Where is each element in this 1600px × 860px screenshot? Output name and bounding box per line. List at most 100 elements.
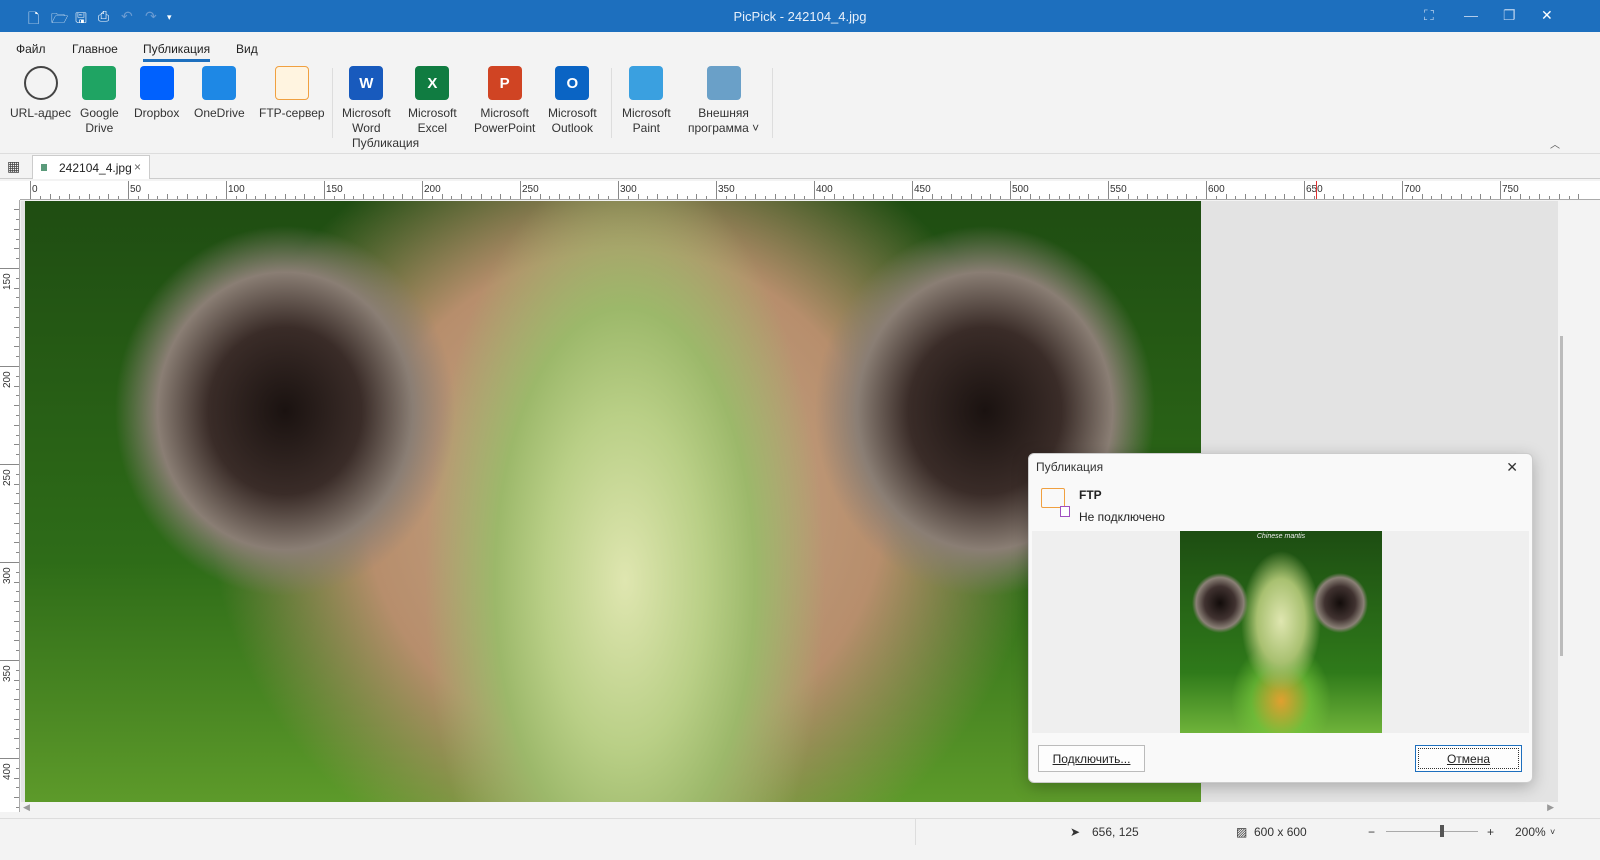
ruler-tick [412,196,414,199]
ribbon-label: URL-адрес [10,106,72,120]
ruler-tick [451,196,453,199]
ruler-tick [970,194,972,199]
outlook-icon: O [555,66,590,100]
ruler-tick [480,194,482,199]
ruler-tick [16,238,19,240]
ruler-tick [1402,181,1403,199]
ruler-tick [804,196,806,199]
ruler-tick [275,196,276,199]
maximize-button[interactable]: ❐ [1503,7,1516,24]
ruler-tick [14,777,19,779]
zoom-out-button[interactable]: − [1368,825,1375,839]
ruler-tick [16,375,19,377]
grid-view-icon[interactable]: ▦ [7,158,20,175]
ruler-tick [1088,194,1090,199]
ruler-tick [16,728,19,730]
ruler-tick [49,194,51,199]
ruler-tick [1353,196,1354,199]
ruler-tick [16,650,19,652]
dialog-title: Публикация [1036,460,1104,474]
minimize-button[interactable]: — [1464,7,1478,23]
ribbon-button-onedrive[interactable]: OneDrive [194,66,245,121]
menu-home[interactable]: Главное [72,42,118,56]
ribbon-button-powerpoint[interactable]: P Microsoft PowerPoint [474,66,535,136]
ruler-label: 100 [228,184,245,195]
ruler-tick [16,532,19,534]
ribbon-label: OneDrive [194,106,245,120]
ruler-tick [1304,181,1305,199]
menu-file[interactable]: Файл [16,42,46,56]
ruler-tick [1470,196,1472,199]
ruler-tick [1441,194,1443,199]
vertical-scrollbar[interactable] [1558,201,1568,802]
ruler-label: 400 [2,763,13,780]
cancel-button[interactable]: Отмена [1415,745,1522,772]
close-button[interactable]: ✕ [1541,7,1553,24]
ribbon-button-globe-link[interactable]: URL-адрес [10,66,71,121]
tab-label: 242104_4.jpg [59,161,132,175]
ruler-tick [30,181,31,199]
ruler-tick [588,196,590,199]
zoom-level[interactable]: 200% [1515,825,1546,839]
ribbon-label: Внешняя [698,106,749,120]
ruler-tick [1451,196,1452,199]
zoom-dropdown-icon[interactable]: ˅ [1550,827,1555,837]
ribbon-button-excel[interactable]: X Microsoft Excel [408,66,457,136]
ruler-tick [16,336,19,338]
ruler-tick [157,196,159,199]
ruler-tick [1343,194,1345,199]
preview-area: Chinese mantis [1032,531,1529,733]
ruler-tick [716,181,717,199]
ruler-tick [1313,196,1315,199]
ribbon-label: Microsoft [408,106,457,120]
ruler-tick [16,434,19,436]
ribbon-button-google-drive[interactable]: Google Drive [80,66,119,136]
ribbon-label: Microsoft [480,106,530,120]
connect-button[interactable]: Подключить... [1038,745,1145,772]
menu-view[interactable]: Вид [236,42,258,56]
ruler-tick [14,522,19,524]
ruler-tick [598,194,600,199]
ruler-tick [1127,194,1129,199]
ftp-folder-icon [1041,488,1070,517]
ftp-folder-icon [274,66,309,100]
ruler-label: 300 [2,567,13,584]
ruler-tick [16,630,19,632]
ruler-tick [1509,196,1511,199]
horizontal-scrollbar[interactable]: ◀ ▶ [21,802,1568,816]
dialog-close-button[interactable]: ✕ [1506,459,1518,476]
ruler-tick [774,194,776,199]
ruler-tick [14,503,19,505]
mantis-image[interactable] [25,201,1201,802]
ruler-tick [16,669,19,671]
ruler-label: 550 [1110,184,1127,195]
collapse-ribbon-icon[interactable]: ︿ [1550,136,1560,151]
cursor-marker [1315,181,1317,199]
document-tab[interactable]: 242104_4.jpg × [32,155,150,179]
word-icon: W [349,66,384,100]
ruler-label: 150 [326,184,343,195]
ribbon-button-dropbox[interactable]: Dropbox [134,66,179,121]
ruler-tick [16,787,19,789]
ribbon-button-paint[interactable]: Microsoft Paint [622,66,671,136]
ruler-tick [1568,196,1570,199]
ruler-tick [16,807,19,808]
ribbon-button-word[interactable]: W Microsoft Word [342,66,391,136]
ruler-tick [16,611,19,612]
ruler-tick [16,591,19,593]
scroll-left-icon[interactable]: ◀ [23,802,30,813]
ruler-tick [14,581,19,583]
thumbnail-caption: Chinese mantis [1256,533,1306,540]
ruler-tick [578,194,580,199]
zoom-slider[interactable] [1386,825,1478,837]
ruler-tick [0,758,19,759]
ruler-tick [627,196,629,199]
ribbon-button-external-program[interactable]: Внешняя программа ˅ [688,66,759,136]
ribbon-button-ftp-folder[interactable]: FTP-сервер [259,66,325,121]
capture-icon[interactable]: ⛶ [1424,7,1434,24]
scroll-right-icon[interactable]: ▶ [1547,802,1554,813]
ribbon-button-outlook[interactable]: O Microsoft Outlook [548,66,597,136]
menu-publish[interactable]: Публикация [143,42,211,62]
tab-close-icon[interactable]: × [134,160,141,174]
zoom-in-button[interactable]: + [1487,825,1494,839]
